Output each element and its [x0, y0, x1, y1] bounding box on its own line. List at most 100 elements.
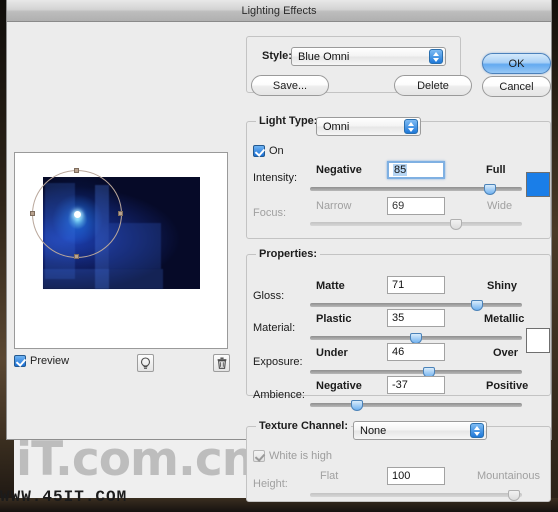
intensity-value-input[interactable]: 85 — [387, 161, 445, 179]
slider-track — [310, 303, 522, 307]
preview-checkbox[interactable]: Preview — [14, 355, 69, 367]
ambience-min-label: Negative — [316, 380, 362, 392]
style-select-value: Blue Omni — [298, 50, 350, 63]
chevron-updown-icon — [429, 49, 443, 64]
ambience-value-input[interactable]: -37 — [387, 376, 445, 394]
gloss-value-input[interactable]: 71 — [387, 276, 445, 294]
dialog-title: Lighting Effects — [241, 4, 317, 17]
slider-thumb[interactable] — [484, 184, 497, 195]
light-type-select[interactable]: Omni — [316, 117, 421, 136]
delete-button[interactable]: Delete — [394, 75, 472, 96]
focus-label: Focus: — [253, 207, 287, 219]
ok-button-label: OK — [508, 57, 525, 70]
style-label: Style: — [262, 50, 292, 62]
material-value-input[interactable]: 35 — [387, 309, 445, 327]
preview-checkbox-label: Preview — [30, 355, 70, 367]
dialog-body: Preview Style: Blue Omni Save... Delete … — [7, 22, 553, 502]
slider-track — [310, 222, 522, 226]
material-value: 35 — [392, 312, 405, 324]
height-value: 100 — [392, 470, 411, 482]
delete-button-label: Delete — [417, 79, 449, 92]
intensity-min-label: Negative — [316, 164, 362, 176]
light-color-swatch[interactable] — [526, 172, 550, 197]
dialog-titlebar: Lighting Effects — [7, 0, 551, 22]
white-is-high-label: White is high — [269, 450, 332, 462]
lighting-effects-dialog: Lighting Effects Preview Style: Blue Omn… — [6, 0, 553, 502]
slider-track — [310, 370, 522, 374]
texture-channel-select[interactable]: None — [353, 421, 487, 440]
white-is-high-checkbox[interactable]: White is high — [253, 450, 332, 462]
light-on-label: On — [269, 145, 284, 157]
material-min-label: Plastic — [316, 313, 352, 325]
checkbox-box — [253, 450, 265, 462]
intensity-slider[interactable] — [310, 183, 522, 195]
chevron-updown-icon — [404, 119, 418, 134]
material-color-swatch[interactable] — [526, 328, 550, 353]
focus-value: 69 — [392, 200, 405, 212]
focus-value-input[interactable]: 69 — [387, 197, 445, 215]
slider-track — [310, 493, 522, 497]
light-center-handle[interactable] — [74, 211, 81, 218]
texture-channel-group-title: Texture Channel: — [256, 420, 352, 432]
focus-min-label: Narrow — [316, 200, 352, 212]
preview-panel[interactable] — [14, 152, 228, 349]
exposure-value-input[interactable]: 46 — [387, 343, 445, 361]
watermark-logo: iT.com.cn — [16, 432, 255, 487]
cancel-button[interactable]: Cancel — [482, 76, 551, 97]
watermark-url: WWW.45IT.COM — [0, 488, 128, 506]
gloss-value: 71 — [392, 279, 405, 291]
light-type-select-value: Omni — [323, 120, 350, 133]
style-select[interactable]: Blue Omni — [291, 47, 446, 66]
height-slider[interactable] — [310, 489, 522, 501]
ambience-label: Ambience: — [253, 389, 305, 401]
save-button-label: Save... — [272, 79, 308, 92]
ellipse-handle-bottom[interactable] — [74, 254, 79, 259]
slider-thumb[interactable] — [450, 219, 463, 230]
save-button[interactable]: Save... — [251, 75, 329, 96]
ellipse-handle-top[interactable] — [74, 168, 79, 173]
slider-track — [310, 403, 522, 407]
ellipse-handle-right[interactable] — [118, 211, 123, 216]
height-min-label: Flat — [320, 470, 339, 482]
trash-icon — [217, 357, 226, 369]
add-light-button[interactable] — [137, 354, 154, 372]
intensity-value: 85 — [393, 164, 408, 176]
height-value-input[interactable]: 100 — [387, 467, 445, 485]
ok-button[interactable]: OK — [482, 53, 551, 74]
ambience-slider[interactable] — [310, 399, 522, 411]
height-label: Height: — [253, 478, 288, 490]
intensity-label: Intensity: — [253, 172, 298, 184]
exposure-value: 46 — [392, 346, 405, 358]
chevron-updown-icon — [470, 423, 484, 438]
slider-thumb[interactable] — [471, 300, 484, 311]
slider-thumb[interactable] — [350, 400, 363, 411]
settings-column: Style: Blue Omni Save... Delete OK Cance… — [242, 22, 553, 502]
ambience-max-label: Positive — [486, 380, 529, 392]
checkbox-box — [253, 145, 265, 157]
light-on-checkbox[interactable]: On — [253, 145, 284, 157]
focus-slider[interactable] — [310, 218, 522, 230]
gloss-min-label: Matte — [316, 280, 345, 292]
gloss-max-label: Shiny — [487, 280, 517, 292]
material-label: Material: — [253, 322, 296, 334]
exposure-max-label: Over — [493, 347, 519, 359]
light-type-group-title: Light Type: — [256, 115, 321, 127]
slider-thumb[interactable] — [507, 490, 520, 501]
texture-channel-value: None — [360, 424, 387, 437]
preview-controls: Preview — [14, 354, 230, 376]
cancel-button-label: Cancel — [499, 80, 534, 93]
focus-max-label: Wide — [487, 200, 513, 212]
height-max-label: Mountainous — [477, 470, 540, 482]
gloss-label: Gloss: — [253, 290, 285, 302]
exposure-min-label: Under — [316, 347, 348, 359]
ellipse-handle-left[interactable] — [30, 211, 35, 216]
light-source-ellipse[interactable] — [30, 168, 123, 259]
properties-group-title: Properties: — [256, 248, 321, 260]
material-max-label: Metallic — [484, 313, 525, 325]
ambience-value: -37 — [392, 379, 408, 391]
lightbulb-icon — [140, 356, 151, 369]
intensity-max-label: Full — [486, 164, 506, 176]
checkbox-box — [14, 355, 26, 367]
delete-light-button[interactable] — [213, 354, 230, 372]
exposure-label: Exposure: — [253, 356, 303, 368]
